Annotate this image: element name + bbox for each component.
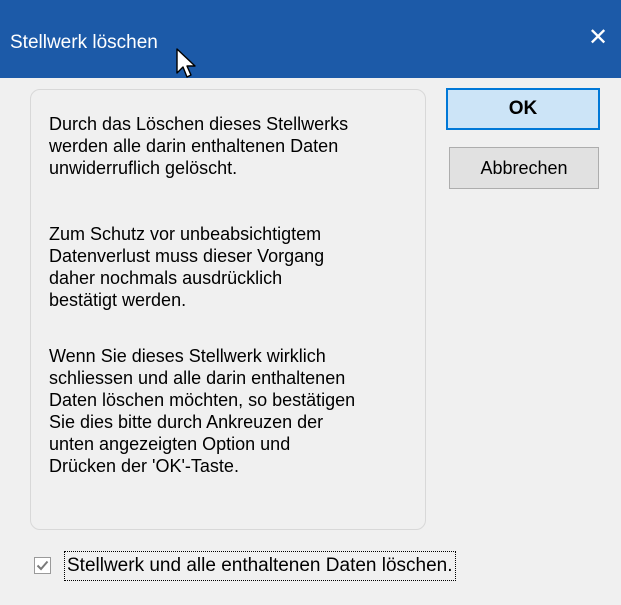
message-paragraph-2: Zum Schutz vor unbeabsichtigtem Datenver… (49, 224, 325, 310)
message-panel: Durch das Löschen dieses Stellwerks werd… (30, 89, 426, 530)
mouse-pointer-icon (176, 48, 196, 78)
ok-button[interactable]: OK (446, 88, 600, 130)
close-button[interactable]: ✕ (578, 18, 618, 58)
message-paragraph-3: Wenn Sie dieses Stellwerk wirklich schli… (49, 346, 356, 476)
confirm-delete-checkbox[interactable] (34, 557, 51, 574)
confirm-delete-label[interactable]: Stellwerk und alle enthaltenen Daten lös… (64, 551, 456, 581)
message-paragraph-1: Durch das Löschen dieses Stellwerks werd… (49, 114, 349, 178)
confirm-delete-option[interactable]: Stellwerk und alle enthaltenen Daten lös… (34, 551, 514, 581)
dialog-body: Durch das Löschen dieses Stellwerks werd… (0, 78, 621, 605)
close-icon: ✕ (587, 24, 609, 51)
checkmark-icon (36, 560, 49, 571)
cancel-button[interactable]: Abbrechen (449, 147, 599, 189)
window-title: Stellwerk löschen (10, 32, 158, 53)
title-bar[interactable]: Stellwerk löschen ✕ (0, 0, 621, 78)
